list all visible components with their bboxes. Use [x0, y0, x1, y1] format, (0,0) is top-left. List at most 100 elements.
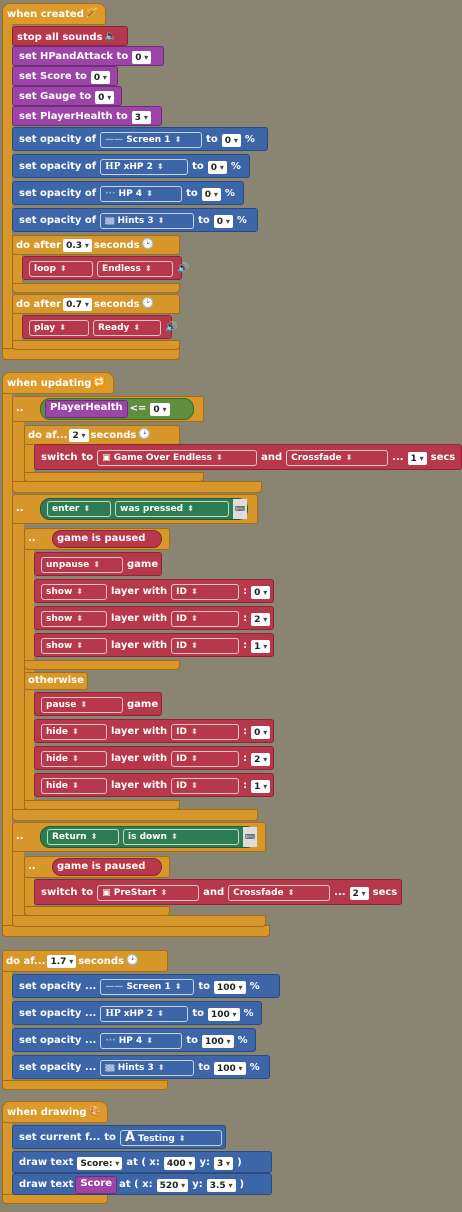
health-condition[interactable]: PlayerHealth <= 0 — [40, 398, 194, 420]
key-state-selector[interactable]: was pressed — [115, 501, 229, 517]
value-dropdown[interactable]: 3 — [131, 110, 151, 124]
when-drawing-hat[interactable]: when drawing 🎨 — [2, 1101, 108, 1123]
value-dropdown[interactable]: 0 — [90, 70, 110, 84]
key-down-condition[interactable]: Returnis down⌨ — [40, 826, 258, 848]
unpause-game-block[interactable]: unpausegame — [34, 552, 162, 576]
visibility-selector[interactable]: show — [41, 584, 107, 600]
switch-scene-block-1[interactable]: switchto▣ Game Over EndlessandCrossfade.… — [34, 444, 462, 470]
set-opacity-screen1-block[interactable]: set opacity of—— Screen 1to0% — [12, 127, 268, 151]
loop-sound-block[interactable]: loopEndless 🔊 — [22, 256, 189, 280]
value-dropdown[interactable]: 0 — [221, 133, 241, 147]
object-selector[interactable]: HP xHP 2 — [100, 159, 189, 175]
y-dropdown[interactable]: 3 — [213, 1156, 234, 1170]
value-dropdown[interactable]: 100 — [201, 1034, 234, 1048]
layer-key-selector[interactable]: ID — [171, 584, 240, 600]
x-dropdown[interactable]: 400 — [163, 1156, 196, 1170]
value-dropdown[interactable]: 1 — [251, 639, 271, 653]
show-layer-block-3[interactable]: showlayer withID:1 — [34, 633, 274, 657]
value-dropdown[interactable]: 100 — [213, 980, 246, 994]
key-selector[interactable]: Return — [47, 829, 119, 845]
value-dropdown[interactable]: 100 — [213, 1061, 246, 1075]
draw-text-block-2[interactable]: draw textScoreat ( x:520y:3.5) — [12, 1173, 272, 1195]
pause-game-block[interactable]: pausegame — [34, 692, 162, 716]
seconds-dropdown[interactable]: 1.7 — [47, 954, 77, 968]
layer-key-selector[interactable]: ID — [171, 724, 240, 740]
set-opacity-block-4[interactable]: set opacity ...▒▒ Hints 3to100% — [12, 1055, 270, 1079]
visibility-selector[interactable]: hide — [41, 778, 107, 794]
scene-selector[interactable]: ▣ Game Over Endless — [97, 450, 258, 466]
key-pressed-condition[interactable]: enterwas pressed⌨ — [40, 498, 248, 520]
pause-action-selector[interactable]: pause — [41, 697, 123, 713]
set-opacity-hp4-block[interactable]: set opacity of··· HP 4to0% — [12, 181, 244, 205]
loop-selector[interactable]: loop — [29, 261, 93, 277]
do-after-block-2[interactable]: do after0.7seconds🕑 — [12, 294, 180, 314]
layer-key-selector[interactable]: ID — [171, 611, 240, 627]
object-selector[interactable]: ··· HP 4 — [100, 186, 183, 202]
playerhealth-variable[interactable]: PlayerHealth — [45, 400, 128, 418]
play-selector[interactable]: play — [29, 320, 89, 336]
seconds-dropdown[interactable]: 0.7 — [63, 297, 92, 311]
seconds-dropdown[interactable]: 1 — [407, 451, 427, 465]
seconds-dropdown[interactable]: 2 — [69, 428, 89, 442]
set-hpandattack-block[interactable]: set HPandAttack to 0 — [12, 46, 164, 66]
layer-key-selector[interactable]: ID — [171, 778, 240, 794]
set-opacity-xhp2-block[interactable]: set opacity ofHP xHP 2to0% — [12, 154, 250, 178]
value-dropdown[interactable]: 0 — [207, 160, 227, 174]
set-score-block[interactable]: set Score to 0 — [12, 66, 118, 86]
sound-selector[interactable]: Ready — [93, 320, 161, 336]
y-dropdown[interactable]: 3.5 — [206, 1178, 236, 1192]
set-font-block[interactable]: set current f... to A Testing — [12, 1125, 226, 1149]
value-dropdown[interactable]: 2 — [251, 752, 271, 766]
text-dropdown[interactable]: Score: — [77, 1156, 123, 1170]
value-dropdown[interactable]: 0 — [251, 585, 271, 599]
game-is-paused-condition[interactable]: game is paused — [52, 858, 162, 876]
set-gauge-block[interactable]: set Gauge to 0 — [12, 86, 122, 106]
scene-selector[interactable]: ▣ PreStart — [97, 885, 200, 901]
draw-text-block-1[interactable]: draw textScore:at ( x:400y:3) — [12, 1151, 272, 1173]
seconds-dropdown[interactable]: 0.3 — [63, 238, 92, 252]
layer-key-selector[interactable]: ID — [171, 638, 240, 654]
do-after-block-4[interactable]: do af...1.7seconds🕑 — [2, 950, 168, 972]
object-selector[interactable]: ▒▒ Hints 3 — [100, 1060, 195, 1076]
value-dropdown[interactable]: 100 — [207, 1007, 240, 1021]
x-dropdown[interactable]: 520 — [156, 1178, 189, 1192]
show-layer-block-1[interactable]: showlayer withID:0 — [34, 579, 274, 603]
object-selector[interactable]: ··· HP 4 — [100, 1033, 183, 1049]
when-updating-hat[interactable]: when updating 🔁 — [2, 372, 114, 394]
transition-selector[interactable]: Crossfade — [228, 885, 331, 901]
hide-layer-block-3[interactable]: hidelayer withID:1 — [34, 773, 274, 797]
object-selector[interactable]: HP xHP 2 — [100, 1006, 189, 1022]
score-variable[interactable]: Score — [75, 1176, 118, 1194]
value-dropdown[interactable]: 0 — [213, 214, 233, 228]
hide-layer-block-1[interactable]: hidelayer withID:0 — [34, 719, 274, 743]
visibility-selector[interactable]: show — [41, 611, 107, 627]
value-dropdown[interactable]: 0 — [132, 50, 152, 64]
value-dropdown[interactable]: 0 — [95, 90, 115, 104]
do-after-block-1[interactable]: do after0.3seconds🕑 — [12, 235, 180, 255]
value-dropdown[interactable]: 0 — [150, 402, 170, 416]
set-opacity-hints3-block[interactable]: set opacity of▒▒ Hints 3to0% — [12, 208, 258, 232]
set-playerhealth-block[interactable]: set PlayerHealth to 3 — [12, 106, 162, 126]
font-selector[interactable]: A Testing — [119, 1130, 222, 1146]
sound-selector[interactable]: Endless — [97, 261, 173, 277]
visibility-selector[interactable]: show — [41, 638, 107, 654]
transition-selector[interactable]: Crossfade — [286, 450, 389, 466]
visibility-selector[interactable]: hide — [41, 751, 107, 767]
value-dropdown[interactable]: 0 — [251, 725, 271, 739]
game-is-paused-condition[interactable]: game is paused — [52, 530, 162, 548]
do-after-block-3[interactable]: do af...2seconds🕑 — [24, 425, 180, 445]
when-created-hat[interactable]: when created 🪄 — [2, 3, 106, 25]
switch-scene-block-2[interactable]: switchto▣ PreStartandCrossfade...2secs — [34, 879, 402, 905]
set-opacity-block-1[interactable]: set opacity ...—— Screen 1to100% — [12, 974, 280, 998]
layer-key-selector[interactable]: ID — [171, 751, 240, 767]
set-opacity-block-2[interactable]: set opacity ...HP xHP 2to100% — [12, 1001, 262, 1025]
show-layer-block-2[interactable]: showlayer withID:2 — [34, 606, 274, 630]
set-opacity-block-3[interactable]: set opacity ...··· HP 4to100% — [12, 1028, 256, 1052]
visibility-selector[interactable]: hide — [41, 724, 107, 740]
stop-all-sounds-block[interactable]: stop all sounds 🔈 — [12, 26, 128, 46]
object-selector[interactable]: ▒▒ Hints 3 — [100, 213, 195, 229]
pause-action-selector[interactable]: unpause — [41, 557, 123, 573]
value-dropdown[interactable]: 2 — [251, 612, 271, 626]
value-dropdown[interactable]: 1 — [251, 779, 271, 793]
value-dropdown[interactable]: 0 — [201, 187, 221, 201]
